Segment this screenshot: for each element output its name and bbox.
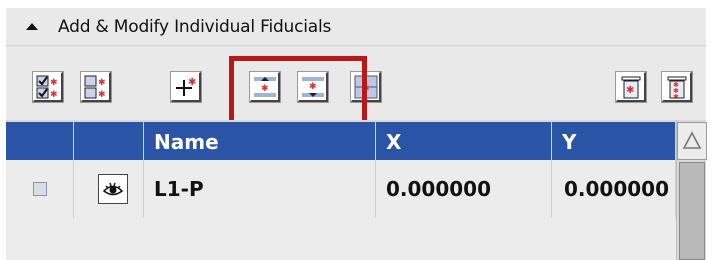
fiducial-toolbar: ✱ ✱ ✱ ✱ ✱ ✱ ✱ ✱ ✱ ✱ ✱ ✱	[6, 46, 706, 120]
add-fiducial-icon: ✱	[175, 77, 196, 96]
table-header: Name X Y	[6, 120, 676, 162]
svg-text:✱: ✱	[188, 77, 196, 88]
table-scrollbar[interactable]	[676, 120, 707, 260]
column-header-x[interactable]: X	[376, 122, 552, 162]
collapse-arrow-icon[interactable]	[26, 23, 38, 30]
svg-text:✱: ✱	[50, 90, 58, 99]
select-all-fiducials-button[interactable]: ✱ ✱	[32, 71, 64, 103]
column-header-select[interactable]	[6, 122, 74, 162]
row-name-cell[interactable]: L1-P	[144, 160, 376, 218]
svg-text:✱: ✱	[261, 84, 269, 94]
row-visible-cell[interactable]	[74, 160, 144, 218]
svg-text:✱: ✱	[98, 78, 106, 88]
trash-all-icon: ✱ ✱ ✱	[667, 76, 686, 99]
scroll-up-button[interactable]	[677, 122, 707, 160]
svg-text:✱: ✱	[673, 93, 679, 99]
panel-title: Add & Modify Individual Fiducials	[58, 16, 332, 37]
svg-text:✱: ✱	[362, 84, 370, 94]
unchecked-list-icon: ✱ ✱	[84, 75, 106, 99]
eye-icon	[102, 182, 124, 196]
delete-all-fiducials-button[interactable]: ✱ ✱ ✱	[661, 71, 693, 103]
checked-list-icon: ✱ ✱	[36, 75, 58, 99]
move-fiducial-down-button[interactable]: ✱	[297, 71, 329, 103]
fiducial-grid-button[interactable]: ✱	[350, 71, 382, 103]
trash-icon: ✱	[621, 76, 640, 98]
row-x-cell[interactable]: 0.000000	[376, 160, 552, 218]
add-fiducial-button[interactable]: ✱	[170, 71, 202, 103]
svg-text:✱: ✱	[626, 85, 634, 96]
column-header-visible[interactable]	[74, 122, 144, 162]
visibility-toggle-button[interactable]	[98, 174, 128, 204]
move-down-icon: ✱	[301, 76, 324, 97]
svg-text:✱: ✱	[50, 78, 58, 88]
table-row[interactable]: L1-P 0.000000 0.000000	[6, 160, 676, 218]
panel-header[interactable]: Add & Modify Individual Fiducials	[6, 8, 706, 46]
chevron-up-icon	[682, 131, 702, 149]
row-y-cell[interactable]: 0.000000	[552, 160, 676, 218]
move-fiducial-up-button[interactable]: ✱	[249, 71, 281, 103]
fiducial-table: Name X Y L1-P 0.000000 0.000000	[6, 120, 707, 260]
fiducial-grid-icon: ✱	[354, 75, 377, 98]
row-select-cell[interactable]	[6, 160, 74, 218]
column-header-y[interactable]: Y	[552, 122, 676, 162]
move-up-icon: ✱	[253, 76, 276, 97]
delete-fiducial-button[interactable]: ✱	[615, 71, 647, 103]
scroll-thumb[interactable]	[679, 162, 705, 260]
deselect-all-fiducials-button[interactable]: ✱ ✱	[80, 71, 112, 103]
row-select-checkbox[interactable]	[33, 182, 47, 196]
svg-text:✱: ✱	[309, 82, 317, 92]
svg-text:✱: ✱	[98, 90, 106, 99]
column-header-name[interactable]: Name	[144, 122, 376, 162]
